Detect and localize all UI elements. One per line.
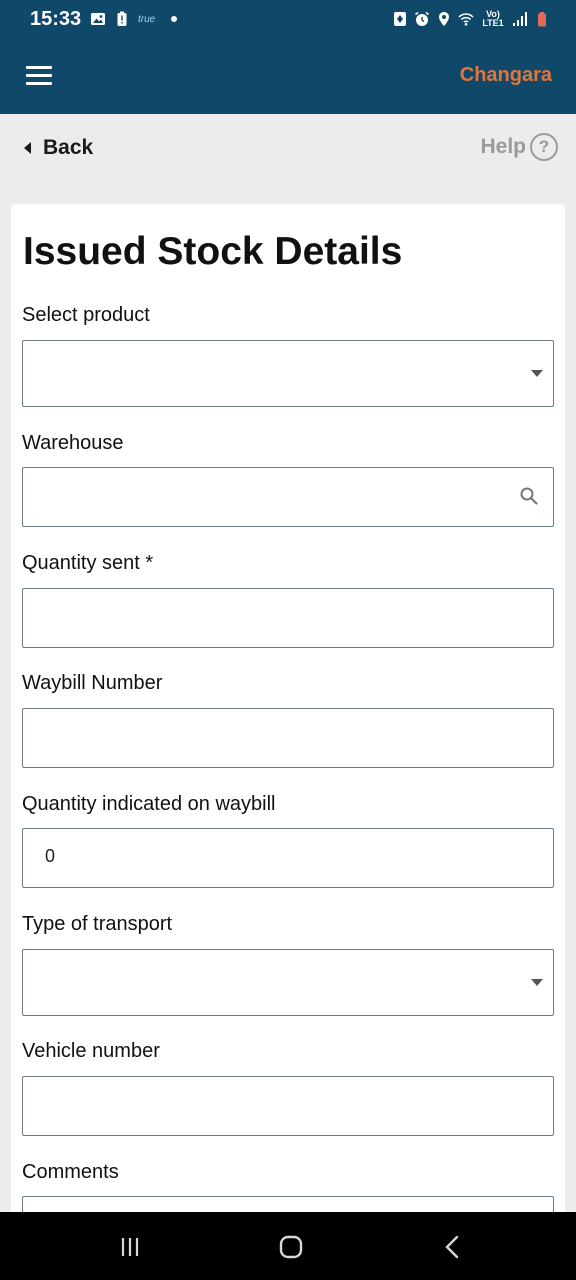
signal-icon xyxy=(513,12,527,26)
waybill-quantity-value: 0 xyxy=(45,846,56,866)
help-icon: ? xyxy=(530,133,558,161)
warehouse-search-input[interactable] xyxy=(22,467,554,527)
brand-title[interactable]: Changara xyxy=(460,64,552,87)
back-button[interactable]: Back xyxy=(24,136,93,160)
home-icon[interactable] xyxy=(276,1232,306,1262)
page-title: Issued Stock Details xyxy=(23,230,403,273)
battery-icon xyxy=(538,12,546,27)
waybill-number-input[interactable] xyxy=(22,708,554,768)
quantity-sent-input[interactable] xyxy=(22,588,554,648)
gallery-icon xyxy=(91,13,105,25)
status-bar: 15:33 true Vo) LTE1 xyxy=(0,0,576,38)
transport-type-dropdown[interactable] xyxy=(22,949,554,1016)
status-right-icons: Vo) LTE1 xyxy=(392,10,550,28)
battery-alert-icon xyxy=(117,11,127,26)
status-time: 15:33 xyxy=(30,8,82,30)
select-product-label: Select product xyxy=(22,304,150,326)
location-icon xyxy=(439,12,449,26)
status-left-icons: true xyxy=(90,11,178,27)
transport-type-label: Type of transport xyxy=(22,913,173,935)
quantity-sent-label: Quantity sent * xyxy=(22,552,154,574)
system-nav-bar xyxy=(0,1212,576,1280)
chevron-down-icon xyxy=(531,979,543,986)
vehicle-number-label: Vehicle number xyxy=(22,1040,160,1062)
carrier-badge: true xyxy=(138,13,156,25)
back-label: Back xyxy=(43,136,94,159)
nav-row: Back Help ? xyxy=(0,114,576,184)
alarm-icon xyxy=(415,11,429,26)
waybill-number-label: Waybill Number xyxy=(22,672,163,694)
help-label: Help xyxy=(480,135,526,158)
warehouse-label: Warehouse xyxy=(22,432,124,454)
back-icon[interactable] xyxy=(438,1232,468,1262)
comments-label: Comments xyxy=(22,1161,119,1183)
waybill-quantity-input[interactable]: 0 xyxy=(22,828,554,888)
app-bar: Changara xyxy=(0,38,576,114)
form-card: Issued Stock Details Select product Ware… xyxy=(11,204,565,1256)
help-button[interactable]: Help ? xyxy=(480,133,558,161)
vehicle-number-input[interactable] xyxy=(22,1076,554,1136)
wifi-icon xyxy=(458,13,474,26)
data-saver-icon xyxy=(394,12,406,26)
notification-dot-icon xyxy=(171,16,178,22)
menu-icon[interactable] xyxy=(26,66,52,86)
search-icon[interactable] xyxy=(519,486,539,506)
select-product-dropdown[interactable] xyxy=(22,340,554,407)
waybill-quantity-label: Quantity indicated on waybill xyxy=(22,793,276,815)
back-arrow-icon xyxy=(24,142,31,154)
network-type: Vo) LTE1 xyxy=(482,9,504,28)
recent-apps-icon[interactable] xyxy=(115,1232,145,1262)
chevron-down-icon xyxy=(531,370,543,377)
